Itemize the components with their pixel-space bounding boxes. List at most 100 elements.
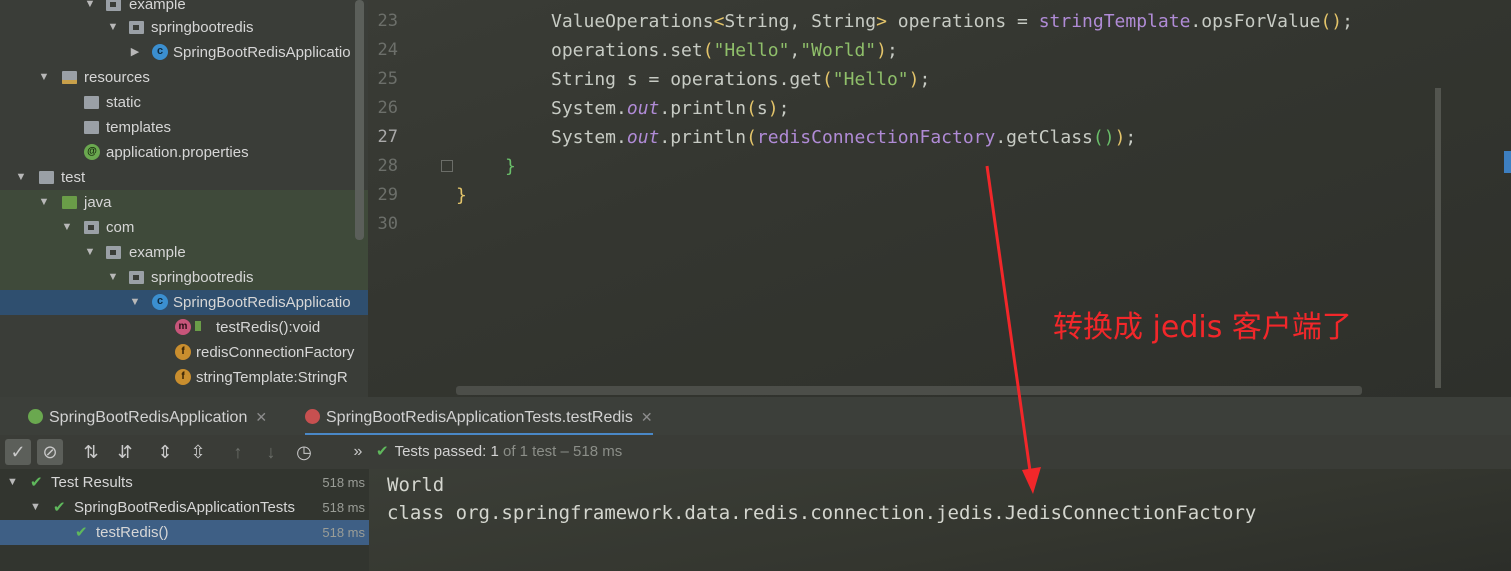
console-output[interactable]: World class org.springframework.data.red… bbox=[369, 469, 1511, 571]
tree-item-label: example bbox=[129, 244, 186, 261]
sort-alphabetically-icon[interactable]: ⇅ bbox=[78, 439, 104, 465]
tree-item-templates[interactable]: templates bbox=[0, 115, 368, 140]
chevron-down-icon[interactable]: ▼ bbox=[30, 495, 41, 520]
result-time: 518 ms bbox=[322, 500, 365, 515]
tree-item-test-redis-method[interactable]: testRedis():void bbox=[0, 315, 368, 340]
show-passed-icon[interactable]: ✓ bbox=[5, 439, 31, 465]
tree-item-springbootredis[interactable]: ▼ springbootredis bbox=[0, 15, 368, 40]
tree-item-redis-connection-factory[interactable]: redisConnectionFactory bbox=[0, 340, 368, 365]
result-label: testRedis() bbox=[96, 524, 169, 541]
code-line-29: } bbox=[456, 185, 467, 206]
package-icon bbox=[106, 246, 121, 259]
line-number-active: 27 bbox=[377, 127, 398, 147]
chevron-down-icon[interactable]: ▼ bbox=[129, 290, 141, 315]
line-number: 30 bbox=[377, 214, 398, 234]
line-number: 25 bbox=[377, 69, 398, 89]
package-icon bbox=[106, 0, 121, 11]
console-line: class org.springframework.data.redis.con… bbox=[387, 502, 1257, 524]
code-token: ( bbox=[702, 40, 714, 61]
tree-item-label: springbootredis bbox=[151, 19, 254, 36]
collapse-all-icon[interactable]: ⇳ bbox=[185, 439, 211, 465]
field-icon bbox=[175, 369, 191, 385]
chevron-down-icon[interactable]: ▼ bbox=[38, 65, 50, 90]
sort-by-duration-icon[interactable]: ⇵ bbox=[112, 439, 138, 465]
tree-item-label: SpringBootRedisApplicatio bbox=[173, 294, 351, 311]
expand-all-icon[interactable]: ⇕ bbox=[152, 439, 178, 465]
tree-item-resources[interactable]: ▼ resources bbox=[0, 65, 368, 90]
class-icon bbox=[152, 44, 168, 60]
test-status: ✔ Tests passed: 1 of 1 test – 518 ms bbox=[376, 435, 622, 469]
tree-item-example[interactable]: ▼ example bbox=[0, 240, 368, 265]
tab-test-redis[interactable]: SpringBootRedisApplicationTests.testRedi… bbox=[305, 397, 653, 436]
chevron-down-icon[interactable]: ▼ bbox=[38, 190, 50, 215]
tree-item-application-properties[interactable]: application.properties bbox=[0, 140, 368, 165]
tree-scrollbar[interactable] bbox=[355, 0, 364, 240]
check-icon: ✔ bbox=[30, 474, 43, 491]
tree-item-application-tests-class[interactable]: ▼ SpringBootRedisApplicatio bbox=[0, 290, 368, 315]
run-toolbar: ✓ ⊘ ⇅ ⇵ ⇕ ⇳ ↑ ↓ ◷ » ✔ Tests passed: 1 of … bbox=[0, 435, 1511, 469]
chevron-down-icon[interactable]: ▼ bbox=[15, 165, 27, 190]
result-row-test-redis[interactable]: ✔ testRedis() 518 ms bbox=[0, 520, 369, 545]
editor-vertical-scrollbar[interactable] bbox=[1435, 88, 1441, 388]
tree-item-com[interactable]: ▼ com bbox=[0, 215, 368, 240]
more-actions-icon[interactable]: » bbox=[345, 439, 371, 465]
show-ignored-icon[interactable]: ⊘ bbox=[37, 439, 63, 465]
code-line-24: operations.set("Hello","World"); bbox=[551, 36, 898, 65]
code-token: () bbox=[1320, 11, 1343, 32]
result-row-root[interactable]: ▼ ✔ Test Results 518 ms bbox=[0, 470, 369, 495]
code-line-28: } bbox=[505, 156, 516, 177]
folder-icon bbox=[84, 96, 99, 109]
check-icon: ✔ bbox=[376, 443, 389, 460]
status-detail: of 1 test – 518 ms bbox=[502, 443, 623, 460]
chevron-down-icon[interactable]: ▼ bbox=[61, 215, 73, 240]
code-token: "Hello" bbox=[713, 40, 790, 61]
fold-marker-icon[interactable] bbox=[441, 160, 453, 172]
code-token: ; bbox=[1342, 11, 1353, 32]
chevron-down-icon[interactable]: ▼ bbox=[107, 15, 119, 40]
status-passed-label: Tests passed: bbox=[394, 443, 487, 460]
test-history-icon[interactable]: ◷ bbox=[291, 439, 317, 465]
code-token: ; bbox=[1125, 127, 1137, 148]
code-token: ( bbox=[821, 69, 833, 90]
code-token: ; bbox=[886, 40, 898, 61]
code-token: .getClass bbox=[995, 127, 1093, 148]
tree-item-java[interactable]: ▼ java bbox=[0, 190, 368, 215]
tab-spring-boot-redis-application[interactable]: SpringBootRedisApplication ✕ bbox=[28, 397, 267, 433]
line-number: 29 bbox=[377, 185, 398, 205]
code-line-27: System.out.println(redisConnectionFactor… bbox=[551, 123, 1136, 152]
folder-icon bbox=[84, 121, 99, 134]
line-number: 26 bbox=[377, 98, 398, 118]
next-failed-icon[interactable]: ↓ bbox=[258, 439, 284, 465]
close-icon[interactable]: ✕ bbox=[255, 409, 267, 425]
tab-label: SpringBootRedisApplication bbox=[49, 409, 248, 426]
tree-item-label: stringTemplate:StringR bbox=[196, 369, 348, 386]
code-token: ; bbox=[919, 69, 931, 90]
editor-error-stripe-marker[interactable] bbox=[1504, 151, 1511, 173]
code-token: > bbox=[876, 11, 887, 32]
tree-item-springbootredis[interactable]: ▼ springbootredis bbox=[0, 265, 368, 290]
code-token: ( bbox=[746, 127, 757, 148]
console-line: World bbox=[387, 474, 445, 496]
code-token: s bbox=[756, 98, 768, 119]
code-token: ) bbox=[908, 69, 920, 90]
tree-item-label: springbootredis bbox=[151, 269, 254, 286]
code-line-26: System.out.println(s); bbox=[551, 94, 789, 123]
tree-item-label: testRedis():void bbox=[216, 319, 321, 336]
close-icon[interactable]: ✕ bbox=[641, 409, 653, 425]
tree-item-label: application.properties bbox=[106, 144, 249, 161]
code-token: ValueOperations bbox=[551, 11, 714, 32]
code-token: < bbox=[713, 11, 725, 32]
code-token: operations.set bbox=[551, 40, 703, 61]
chevron-down-icon[interactable]: ▼ bbox=[107, 265, 119, 290]
previous-failed-icon[interactable]: ↑ bbox=[225, 439, 251, 465]
annotation-text: 转换成 jedis 客户端了 bbox=[1053, 310, 1352, 345]
chevron-right-icon[interactable]: ▶ bbox=[129, 40, 141, 65]
tree-item-application-class[interactable]: ▶ SpringBootRedisApplicatio bbox=[0, 40, 368, 65]
tree-item-string-template[interactable]: stringTemplate:StringR bbox=[0, 365, 368, 390]
chevron-down-icon[interactable]: ▼ bbox=[84, 240, 96, 265]
tree-item-test[interactable]: ▼ test bbox=[0, 165, 368, 190]
result-row-class[interactable]: ▼ ✔ SpringBootRedisApplicationTests 518 … bbox=[0, 495, 369, 520]
chevron-down-icon[interactable]: ▼ bbox=[7, 470, 18, 495]
tree-item-static[interactable]: static bbox=[0, 90, 368, 115]
editor-horizontal-scrollbar[interactable] bbox=[456, 386, 1362, 395]
